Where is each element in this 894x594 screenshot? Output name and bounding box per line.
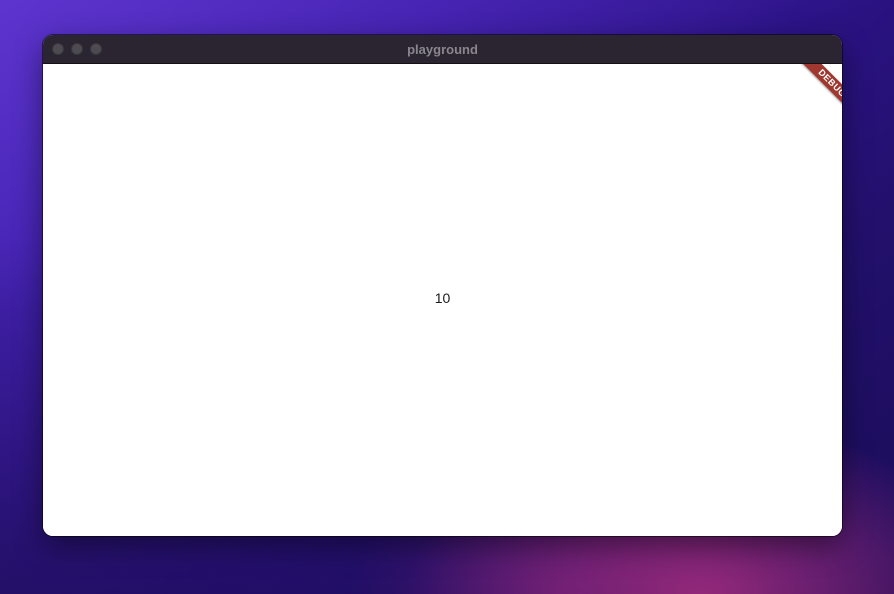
debug-banner: DEBUG (782, 64, 842, 124)
debug-banner-label: DEBUG (797, 64, 842, 118)
app-content: 10 DEBUG (43, 64, 842, 536)
zoom-window-button[interactable] (90, 43, 102, 55)
window-titlebar[interactable]: playground (43, 35, 842, 64)
counter-text: 10 (434, 290, 451, 306)
window-title: playground (407, 42, 478, 57)
minimize-window-button[interactable] (71, 43, 83, 55)
app-window: playground 10 DEBUG (43, 35, 842, 536)
close-window-button[interactable] (52, 43, 64, 55)
